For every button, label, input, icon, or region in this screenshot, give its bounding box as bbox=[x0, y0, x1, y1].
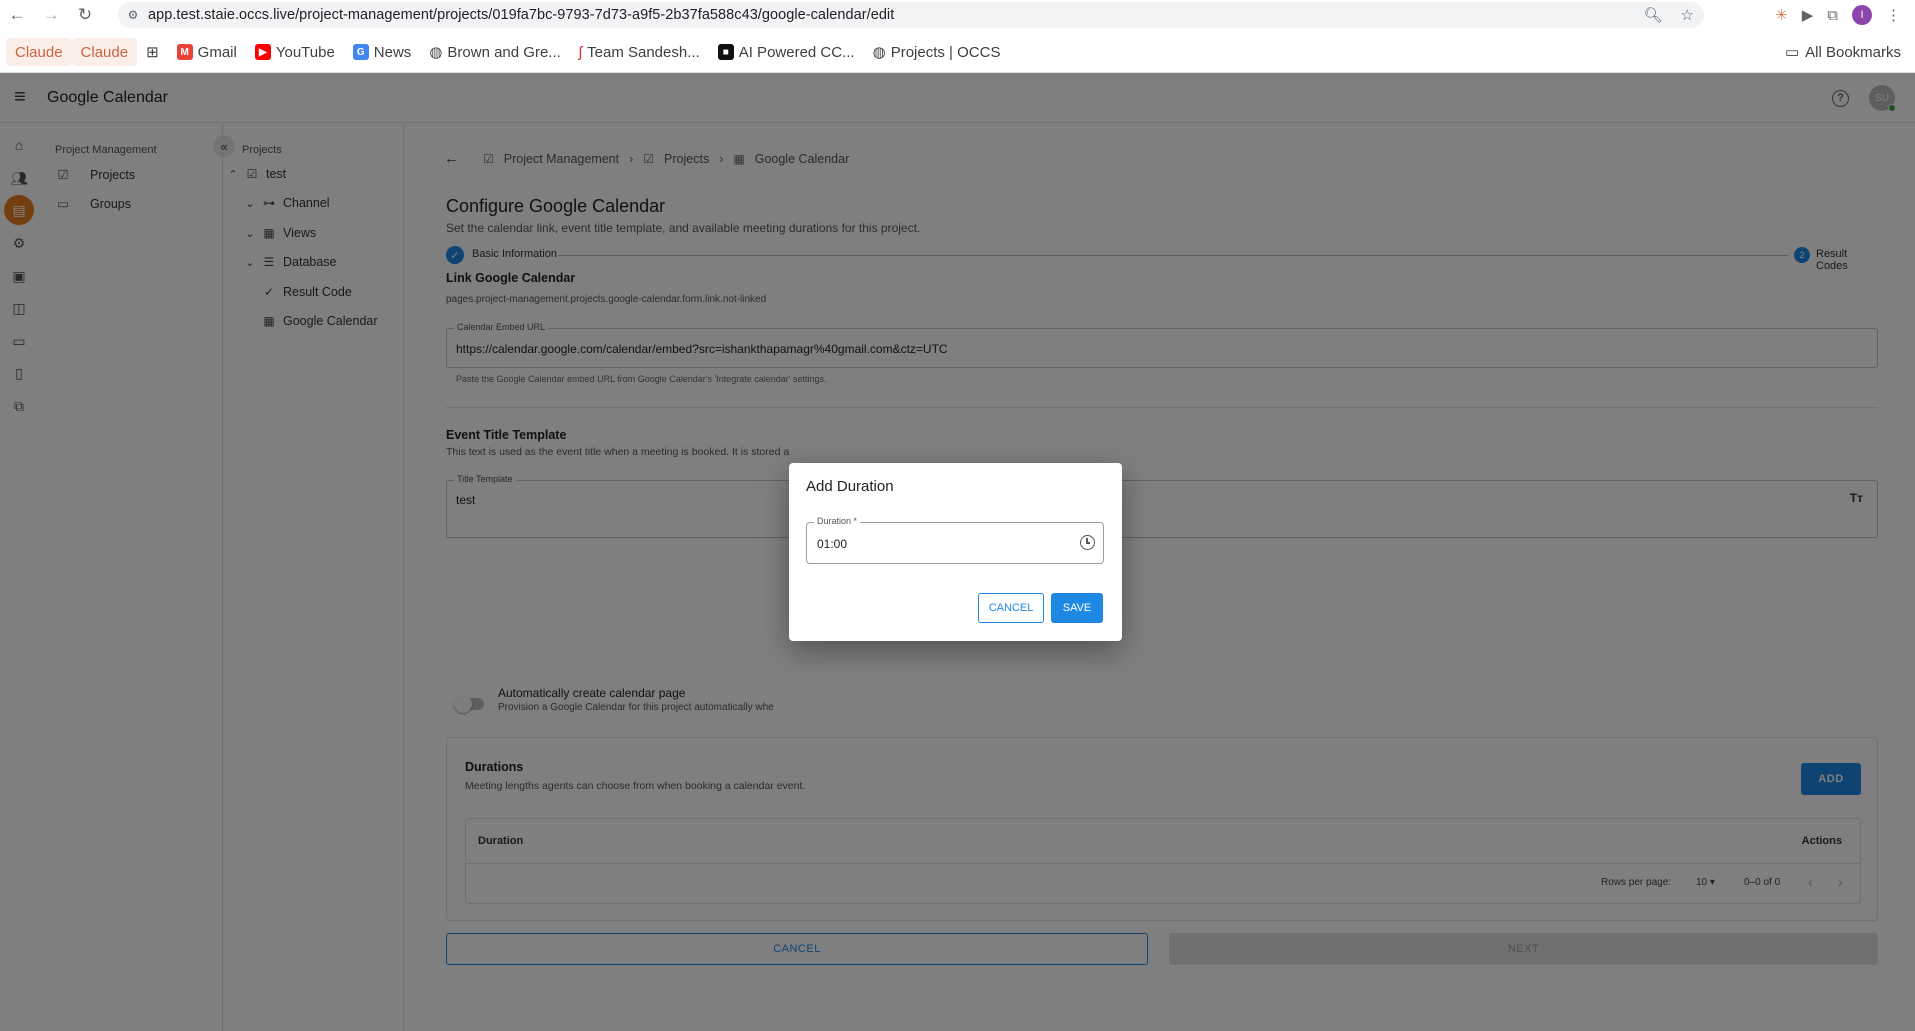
bookmark-label: YouTube bbox=[275, 43, 335, 61]
extensions-puzzle-icon[interactable]: ⧉ bbox=[1827, 7, 1838, 24]
dialog-save-button[interactable]: SAVE bbox=[1051, 593, 1103, 623]
youtube-icon: ▶ bbox=[254, 44, 271, 60]
bookmark-claude-1[interactable]: Claude bbox=[6, 38, 72, 66]
bookmark-ai-powered[interactable]: ■ AI Powered CC... bbox=[709, 38, 864, 66]
bookmark-label: Team Sandesh... bbox=[587, 43, 700, 61]
bookmark-star-icon[interactable]: ☆ bbox=[1681, 6, 1694, 24]
bookmark-label: Claude bbox=[80, 43, 129, 61]
add-duration-dialog: Add Duration Duration * 01:00 CANCEL SAV… bbox=[789, 463, 1122, 641]
duration-field[interactable]: Duration * 01:00 bbox=[806, 516, 1104, 564]
team-icon: ʃ bbox=[578, 43, 583, 61]
browser-toolbar: ← → ↻ ⚙ app.test.staie.occs.live/project… bbox=[0, 0, 1915, 30]
url-text[interactable]: app.test.staie.occs.live/project-managem… bbox=[148, 7, 894, 23]
bookmark-gmail[interactable]: M Gmail bbox=[168, 38, 246, 66]
bookmark-label: News bbox=[373, 43, 412, 61]
claude-extension-icon[interactable]: ✳ bbox=[1775, 6, 1788, 24]
back-icon[interactable]: ← bbox=[0, 0, 34, 30]
bookmark-label: Gmail bbox=[197, 43, 237, 61]
bookmark-label: Brown and Gre... bbox=[447, 43, 561, 61]
bookmark-news[interactable]: G News bbox=[344, 38, 421, 66]
bookmark-team[interactable]: ʃ Team Sandesh... bbox=[570, 38, 709, 66]
apps-grid-icon[interactable]: ⊞ bbox=[137, 38, 168, 66]
duration-field-value[interactable]: 01:00 bbox=[817, 537, 847, 551]
duration-field-label: Duration * bbox=[814, 516, 861, 526]
dialog-title: Add Duration bbox=[806, 478, 894, 495]
all-bookmarks[interactable]: ▭ All Bookmarks bbox=[1785, 38, 1901, 66]
clock-icon[interactable] bbox=[1080, 535, 1095, 550]
bookmark-projects-occs[interactable]: ◍ Projects | OCCS bbox=[864, 38, 1010, 66]
bookmark-claude-2[interactable]: Claude bbox=[71, 38, 138, 66]
gmail-icon: M bbox=[176, 44, 193, 60]
browser-menu-icon[interactable]: ⋮ bbox=[1886, 6, 1901, 24]
profile-avatar[interactable]: I bbox=[1852, 5, 1872, 25]
bookmark-label: AI Powered CC... bbox=[738, 43, 855, 61]
forward-icon[interactable]: → bbox=[34, 0, 68, 30]
globe-icon: ◍ bbox=[429, 44, 443, 61]
folder-icon: ▭ bbox=[1784, 44, 1800, 61]
reload-icon[interactable]: ↻ bbox=[68, 0, 102, 30]
bookmark-label: Projects | OCCS bbox=[890, 43, 1001, 61]
dialog-cancel-button[interactable]: CANCEL bbox=[978, 593, 1044, 623]
globe-icon: ◍ bbox=[872, 44, 886, 61]
extension-icon[interactable]: ▶ bbox=[1802, 6, 1814, 24]
address-bar[interactable]: ⚙ app.test.staie.occs.live/project-manag… bbox=[118, 2, 1704, 28]
zoom-icon[interactable]: 🔍︎ bbox=[1644, 6, 1663, 24]
bookmark-youtube[interactable]: ▶ YouTube bbox=[246, 38, 344, 66]
bookmark-brown[interactable]: ◍ Brown and Gre... bbox=[420, 38, 569, 66]
site-info-icon[interactable]: ⚙ bbox=[118, 8, 148, 22]
bookmark-label: Claude bbox=[15, 43, 63, 61]
all-bookmarks-label: All Bookmarks bbox=[1805, 43, 1901, 61]
news-icon: G bbox=[352, 44, 369, 60]
ai-icon: ■ bbox=[717, 44, 734, 60]
bookmarks-bar: Claude Claude ⊞ M Gmail ▶ YouTube G News ◍ B… bbox=[0, 38, 1915, 66]
